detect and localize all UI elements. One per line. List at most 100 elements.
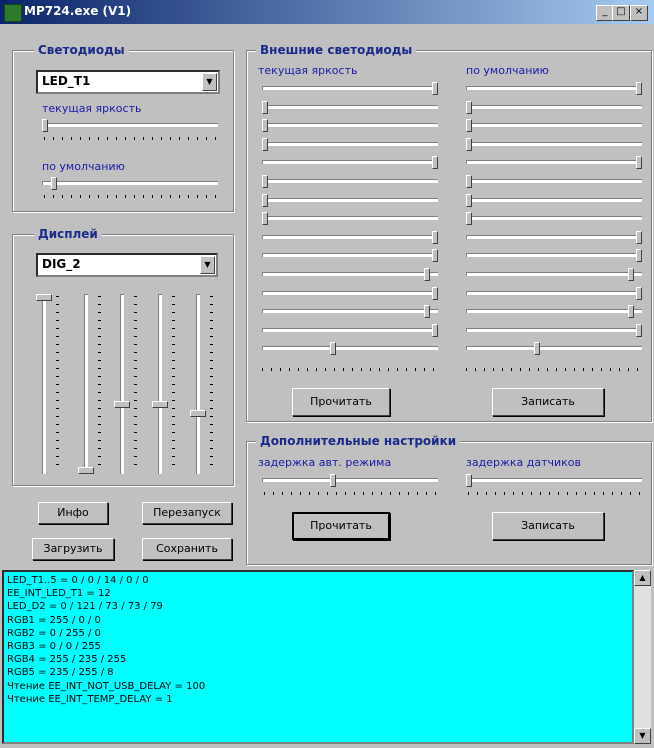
external-default-slider-1[interactable] (466, 82, 642, 96)
restart-button[interactable]: Перезапуск (142, 502, 232, 524)
external-current-slider-6[interactable] (262, 175, 438, 189)
external-default-slider-10[interactable] (466, 249, 642, 263)
external-default-slider-3[interactable] (466, 119, 642, 133)
led-select[interactable]: LED_T1 ▼ (36, 70, 220, 94)
external-current-slider-1[interactable] (262, 82, 438, 96)
external-read-button[interactable]: Прочитать (292, 388, 390, 416)
slider-thumb[interactable] (114, 401, 130, 409)
chevron-down-icon[interactable]: ▼ (200, 256, 215, 274)
slider-thumb[interactable] (50, 177, 57, 190)
external-default-slider-5[interactable] (466, 156, 642, 170)
slider-thumb[interactable] (262, 119, 268, 133)
slider-thumb[interactable] (432, 230, 438, 244)
display-slider-2[interactable] (78, 294, 96, 474)
sensor-delay-slider[interactable] (466, 474, 642, 488)
slider-thumb[interactable] (423, 268, 430, 281)
log-output[interactable]: LED_T1..5 = 0 / 0 / 14 / 0 / 0 EE_INT_LED… (2, 570, 634, 744)
slider-thumb[interactable] (432, 156, 438, 170)
app-icon (4, 4, 22, 22)
display-slider-5[interactable] (190, 294, 208, 474)
slider-thumb[interactable] (432, 323, 438, 337)
slider-thumb[interactable] (262, 175, 268, 188)
slider-thumb[interactable] (423, 305, 430, 319)
slider-thumb[interactable] (636, 249, 642, 263)
slider-thumb[interactable] (466, 193, 472, 207)
slider-thumb[interactable] (190, 409, 206, 417)
close-button[interactable]: × (630, 5, 648, 21)
external-current-slider-4[interactable] (262, 137, 438, 152)
slider-thumb[interactable] (42, 119, 48, 132)
slider-thumb[interactable] (262, 137, 268, 151)
slider-thumb[interactable] (78, 467, 94, 474)
display-slider-1[interactable] (36, 294, 54, 474)
slider-thumb[interactable] (432, 249, 438, 263)
led-current-slider[interactable] (42, 119, 218, 133)
slider-thumb[interactable] (152, 401, 168, 409)
display-slider-3[interactable] (114, 294, 132, 474)
slider-thumb[interactable] (262, 193, 268, 207)
display-slider-4[interactable] (152, 294, 170, 474)
slider-thumb[interactable] (636, 286, 642, 300)
auto-delay-slider[interactable] (262, 474, 438, 488)
external-default-slider-4[interactable] (466, 137, 642, 152)
load-button[interactable]: Загрузить (32, 538, 114, 560)
external-default-slider-15[interactable] (466, 342, 642, 356)
arrow-down-icon[interactable]: ▼ (634, 728, 651, 744)
slider-thumb[interactable] (466, 212, 472, 226)
external-default-slider-11[interactable] (466, 268, 642, 282)
slider-thumb[interactable] (330, 474, 336, 487)
slider-thumb[interactable] (262, 212, 268, 226)
slider-thumb[interactable] (627, 305, 634, 319)
external-current-slider-10[interactable] (262, 249, 438, 263)
log-scrollbar[interactable]: ▲ ▼ (634, 570, 651, 744)
title-bar[interactable]: MP724.exe (V1) _ □ × (0, 0, 654, 24)
save-button[interactable]: Сохранить (142, 538, 232, 560)
external-current-slider-8[interactable] (262, 212, 438, 226)
slider-thumb[interactable] (330, 342, 336, 356)
external-current-slider-15[interactable] (262, 342, 438, 356)
slider-thumb[interactable] (534, 342, 540, 356)
external-current-slider-14[interactable] (262, 323, 438, 338)
slider-thumb[interactable] (636, 323, 642, 337)
external-current-slider-13[interactable] (262, 305, 438, 319)
info-button[interactable]: Инфо (38, 502, 108, 524)
slider-thumb[interactable] (627, 268, 634, 281)
slider-thumb[interactable] (636, 82, 642, 95)
led-default-slider[interactable] (42, 177, 218, 191)
external-current-slider-7[interactable] (262, 193, 438, 208)
slider-thumb[interactable] (466, 175, 472, 188)
external-default-slider-8[interactable] (466, 212, 642, 226)
display-select[interactable]: DIG_2 ▼ (36, 253, 218, 277)
chevron-down-icon[interactable]: ▼ (202, 73, 217, 91)
external-default-slider-2[interactable] (466, 100, 642, 115)
external-default-slider-6[interactable] (466, 175, 642, 189)
slider-thumb[interactable] (636, 230, 642, 244)
slider-thumb[interactable] (36, 294, 52, 301)
slider-thumb[interactable] (466, 100, 472, 114)
slider-thumb[interactable] (466, 137, 472, 151)
slider-thumb[interactable] (432, 82, 438, 95)
maximize-button[interactable]: □ (612, 5, 630, 21)
extra-write-button[interactable]: Записать (492, 512, 604, 540)
external-current-slider-11[interactable] (262, 268, 438, 282)
external-default-slider-13[interactable] (466, 305, 642, 319)
external-write-button[interactable]: Записать (492, 388, 604, 416)
slider-thumb[interactable] (466, 119, 472, 133)
external-default-slider-12[interactable] (466, 286, 642, 301)
arrow-up-icon[interactable]: ▲ (634, 570, 651, 586)
extra-read-button[interactable]: Прочитать (292, 512, 390, 540)
external-current-slider-9[interactable] (262, 230, 438, 245)
external-current-slider-12[interactable] (262, 286, 438, 301)
external-default-slider-14[interactable] (466, 323, 642, 338)
external-current-slider-3[interactable] (262, 119, 438, 133)
external-current-slider-5[interactable] (262, 156, 438, 170)
slider-thumb[interactable] (636, 156, 642, 170)
slider-ticks (134, 296, 137, 472)
slider-thumb[interactable] (262, 100, 268, 114)
external-default-slider-9[interactable] (466, 230, 642, 245)
log-line: RGB3 = 0 / 0 / 255 (7, 641, 101, 653)
external-default-slider-7[interactable] (466, 193, 642, 208)
external-current-slider-2[interactable] (262, 100, 438, 115)
slider-thumb[interactable] (432, 286, 438, 300)
slider-thumb[interactable] (466, 474, 472, 487)
